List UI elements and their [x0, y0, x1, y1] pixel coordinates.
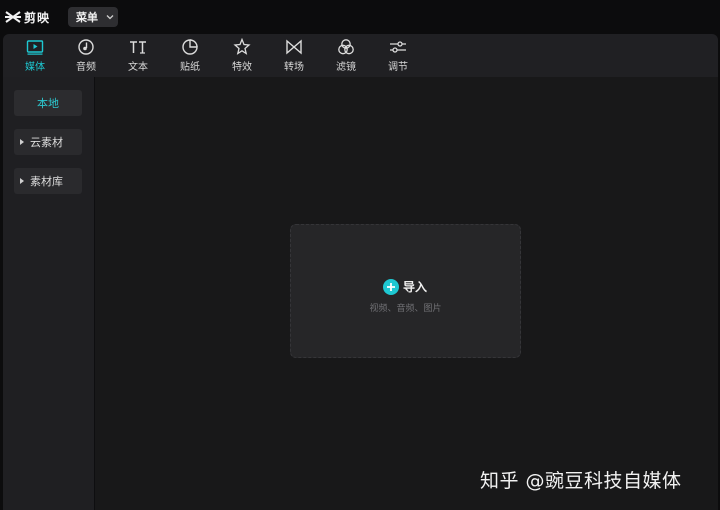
tab-label: 调节: [388, 62, 408, 73]
tab-media[interactable]: 媒体: [13, 34, 57, 77]
transition-icon: [286, 39, 302, 55]
effects-icon: [233, 38, 251, 55]
menu-button[interactable]: 菜单: [68, 7, 118, 27]
capcut-logo-icon: [5, 11, 21, 23]
tab-label: 转场: [284, 62, 304, 73]
tab-label: 文本: [128, 62, 148, 73]
tab-label: 贴纸: [180, 62, 200, 73]
sidebar-item-label: 素材库: [30, 175, 63, 188]
import-dropzone[interactable]: 导入 视频、音频、图片: [290, 224, 521, 358]
sticker-icon: [182, 39, 198, 55]
import-hint: 视频、音频、图片: [369, 304, 442, 314]
tab-text[interactable]: 文本: [116, 34, 160, 77]
tab-sticker[interactable]: 贴纸: [168, 34, 212, 77]
chevron-down-icon: [106, 15, 114, 20]
adjust-icon: [390, 41, 406, 53]
tab-transition[interactable]: 转场: [272, 34, 316, 77]
tab-label: 音频: [76, 62, 96, 73]
sidebar-item-material-library[interactable]: 素材库: [14, 168, 82, 194]
tab-label: 特效: [232, 62, 252, 73]
sidebar-item-cloud-material[interactable]: 云素材: [14, 129, 82, 155]
sidebar-item-local[interactable]: 本地: [14, 90, 82, 116]
sidebar-item-label: 云素材: [30, 136, 63, 149]
title-bar: 剪映 菜单: [0, 0, 720, 34]
filter-icon: [338, 39, 354, 55]
tab-adjust[interactable]: 调节: [376, 34, 420, 77]
tab-effects[interactable]: 特效: [220, 34, 264, 77]
expand-arrow-icon: [20, 178, 24, 184]
tab-label: 媒体: [25, 62, 45, 73]
media-panel: 导入 视频、音频、图片: [95, 77, 718, 510]
plus-icon: [383, 278, 399, 295]
app-name: 剪映: [24, 11, 51, 25]
menu-label: 菜单: [76, 11, 98, 24]
tab-filter[interactable]: 滤镜: [324, 34, 368, 77]
expand-arrow-icon: [20, 139, 24, 145]
audio-icon: [78, 39, 94, 55]
toolbar: 媒体 音频 文本 贴纸 特效 转场 滤镜 调节: [3, 34, 718, 77]
tab-label: 滤镜: [336, 62, 356, 73]
text-icon: [130, 41, 146, 54]
import-button[interactable]: 导入: [383, 278, 427, 295]
watermark-text: 知乎 @豌豆科技自媒体: [480, 470, 682, 492]
tab-audio[interactable]: 音频: [64, 34, 108, 77]
import-label: 导入: [403, 280, 428, 294]
media-sidebar: 本地 云素材 素材库: [3, 77, 95, 510]
media-icon: [26, 40, 44, 55]
sidebar-item-label: 本地: [37, 97, 59, 110]
